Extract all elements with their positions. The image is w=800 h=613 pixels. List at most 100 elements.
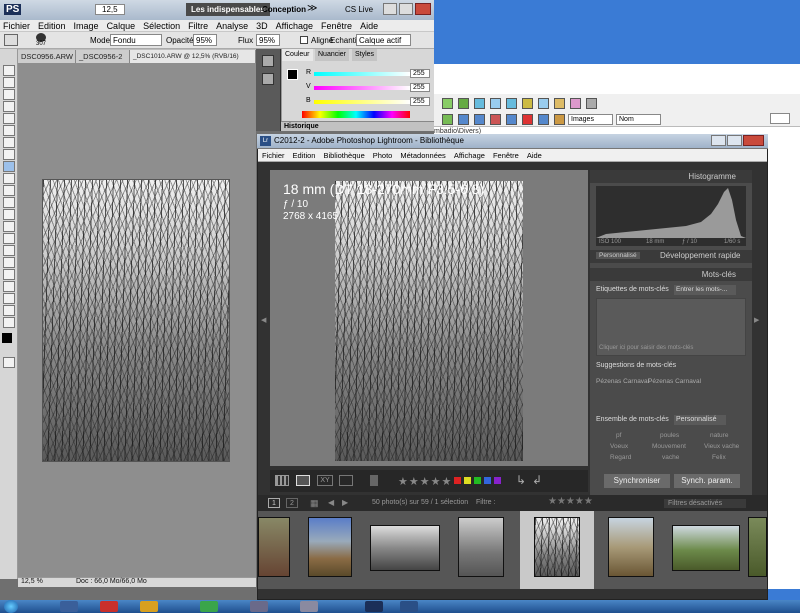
rotate-right-icon[interactable]: ↲ [532,473,542,487]
forward-icon[interactable]: ▶ [342,498,348,507]
delete-icon[interactable] [522,114,533,125]
tab-couleur[interactable]: Couleur [282,49,313,61]
taskbar-photoshop-icon[interactable] [365,601,383,612]
keywords-header[interactable]: Mots-clés [590,268,752,281]
compare-view-icon[interactable]: XY [317,475,333,486]
taskbar-lightroom-icon[interactable] [400,601,418,612]
sample-select[interactable]: Calque actif [356,34,411,46]
history-tab[interactable]: Historique [284,122,319,131]
panel-icon[interactable] [262,55,274,67]
quick-mask-icon[interactable] [3,357,15,368]
keyword-tags-field[interactable]: Cliquer ici pour saisir des mots-clés [596,298,746,356]
filmstrip-thumbnail[interactable] [258,517,290,577]
filter-status-select[interactable]: Filtres désactivés [664,499,746,508]
keyword-suggestion[interactable]: Pézenas Carnaval [596,378,649,385]
zoom-tool-icon[interactable] [3,317,15,328]
label-blue[interactable] [484,477,491,484]
taskbar-app-icon[interactable] [60,601,78,612]
flag-icon[interactable] [370,475,378,486]
path-selection-tool-icon[interactable] [3,257,15,268]
lr-menu-edition[interactable]: Edition [293,151,316,160]
explorer-view-select[interactable]: Images [568,114,613,125]
toolbar-icon[interactable] [554,98,565,109]
page-2-button[interactable]: 2 [286,498,298,508]
eraser-tool-icon[interactable] [3,185,15,196]
quick-selection-tool-icon[interactable] [3,101,15,112]
blur-tool-icon[interactable] [3,209,15,220]
menu-3d[interactable]: 3D [256,21,268,31]
dodge-tool-icon[interactable] [3,221,15,232]
type-tool-icon[interactable] [3,245,15,256]
toolbar-icon[interactable] [458,98,469,109]
back-icon[interactable]: ◀ [328,498,334,507]
rotate-left-icon[interactable]: ↳ [516,473,526,487]
keyword-set-word[interactable]: nature [710,432,728,439]
keyword-set-word[interactable]: vache [662,454,679,461]
workspace-active[interactable]: Les indispensables [186,3,270,16]
filmstrip-thumbnail-selected[interactable] [534,517,580,577]
cslive-button[interactable]: CS Live [345,5,373,14]
toolbar-icon[interactable] [474,98,485,109]
status-zoom[interactable]: 12,5 % [21,578,43,585]
toolbar-icon[interactable] [458,114,469,125]
tab-styles[interactable]: Styles [352,49,378,61]
document-canvas[interactable] [18,63,256,579]
clone-stamp-tool-icon[interactable] [3,161,15,172]
loupe-photo[interactable] [335,181,523,461]
lr-menu-fenetre[interactable]: Fenêtre [493,151,519,160]
toolbar-icon[interactable] [506,114,517,125]
3d-rotate-tool-icon[interactable] [3,281,15,292]
right-panel-toggle-icon[interactable]: ▶ [754,316,759,324]
toolbar-icon[interactable] [490,114,501,125]
keyword-set-word[interactable]: Voeux [610,443,628,450]
toolbar-icon[interactable] [554,114,565,125]
panel-icon[interactable] [262,73,274,85]
label-green[interactable] [474,477,481,484]
quick-develop-preset[interactable]: Personnalisé [596,252,640,259]
aligned-checkbox[interactable] [300,36,308,44]
histogram-header[interactable]: Histogramme [590,170,752,183]
filter-stars[interactable]: ★★★★★ [548,496,593,507]
filmstrip-thumbnail[interactable] [370,525,440,571]
toolbar-icon[interactable] [506,98,517,109]
grid-icon[interactable]: ▦ [310,498,319,509]
flow-field[interactable]: 95% [256,34,280,46]
gradient-tool-icon[interactable] [3,197,15,208]
tab-dsc0956-2[interactable]: _DSC0956-2 [76,50,130,63]
menu-selection[interactable]: Sélection [143,21,180,31]
tab-dsc1010[interactable]: _DSC1010.ARW @ 12,5% (RVB/16) [130,50,256,63]
more-workspaces[interactable]: ≫ [307,3,317,14]
keyword-set-word[interactable]: pf [616,432,621,439]
menu-aide[interactable]: Aide [360,21,378,31]
keyword-suggestion[interactable]: Pézenas Carnaval [648,378,701,385]
stamp-tool-icon[interactable] [4,34,18,46]
star-rating[interactable]: ★★★★★ [398,475,452,488]
channel-r-value[interactable]: 255 [410,69,430,78]
lr-close-icon[interactable] [743,135,764,146]
taskbar-app-icon[interactable] [140,601,158,612]
canvas-image[interactable] [42,179,230,462]
page-1-button[interactable]: 1 [268,498,280,508]
filmstrip-thumbnail[interactable] [308,517,352,577]
channel-b-value[interactable]: 255 [410,97,430,106]
label-red[interactable] [454,477,461,484]
channel-r-slider[interactable] [314,72,410,76]
menu-filtre[interactable]: Filtre [188,21,208,31]
keyword-set-word[interactable]: Felix [712,454,726,461]
history-brush-tool-icon[interactable] [3,173,15,184]
color-ramp[interactable] [302,111,410,118]
3d-orbit-tool-icon[interactable] [3,293,15,304]
menu-affichage[interactable]: Affichage [276,21,313,31]
menu-edition[interactable]: Edition [38,21,66,31]
opacity-field[interactable]: 95% [193,34,217,46]
menu-image[interactable]: Image [74,21,99,31]
filmstrip-selected-cell[interactable] [520,511,594,589]
keyword-set-word[interactable]: Regard [610,454,631,461]
printer-icon[interactable] [570,98,581,109]
toolbar-icon[interactable] [522,98,533,109]
sync-params-button[interactable]: Synch. param. [674,474,740,488]
view-toggle[interactable] [770,113,790,124]
keyword-set-select[interactable]: Personnalisé [674,415,726,425]
toolbar-icon[interactable] [586,98,597,109]
toolbar-icon[interactable] [490,98,501,109]
